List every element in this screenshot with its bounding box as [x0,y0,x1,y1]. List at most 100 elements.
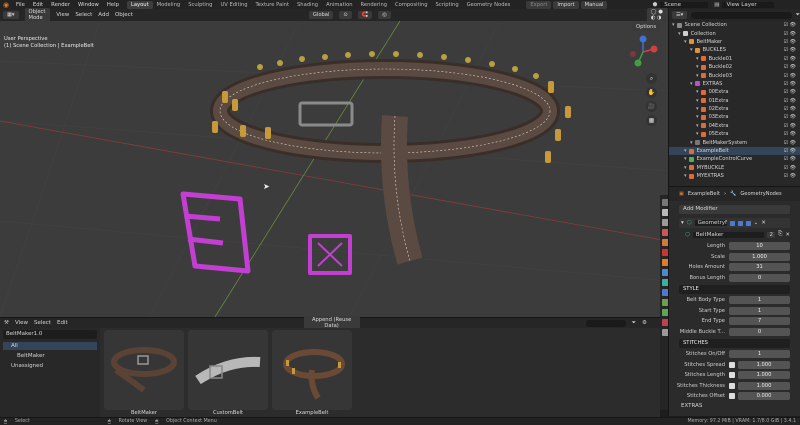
expand-chevron-icon[interactable]: ▾ [696,73,699,79]
expand-chevron-icon[interactable]: ▾ [696,56,699,62]
expand-chevron-icon[interactable]: ▾ [672,22,675,28]
end-type-field[interactable]: 7 [729,317,790,326]
visibility-eye-icon[interactable]: ☑ 👁 [784,39,796,45]
visibility-eye-icon[interactable]: ☑ 👁 [784,81,796,87]
navigation-gizmo[interactable] [626,35,660,69]
visibility-eye-icon[interactable]: ☑ 👁 [784,64,796,70]
stitches-thickness-field[interactable]: 1.000 [738,381,790,390]
object-mode-dropdown[interactable]: Object Mode [24,8,51,22]
filter-icon[interactable]: ⏷ [796,12,800,19]
expand-chevron-icon[interactable]: ▾ [696,106,699,112]
tab-layout[interactable]: Layout [126,0,153,9]
render-toggle-icon[interactable] [745,220,751,226]
fake-user-icon[interactable]: ⎘ [778,231,782,238]
belt-body-type-field[interactable]: 1 [729,296,790,305]
outliner-row[interactable]: ▾ 04Extra ☑ 👁 [669,122,800,130]
visibility-eye-icon[interactable]: ☑ 👁 [784,173,796,179]
outliner-row[interactable]: ▾ Buckle01 ☑ 👁 [669,55,800,63]
stitches-length-attribute-icon[interactable] [729,372,735,379]
outliner-search-input[interactable] [691,11,792,19]
expand-chevron-icon[interactable]: ▾ [696,131,699,137]
viewport-shading-buttons[interactable]: ◯ ● ◐ ◑ [646,8,668,22]
menu-file[interactable]: File [12,2,29,8]
viewport-menu-add[interactable]: Add [98,12,109,18]
stitches-offset-field[interactable]: 0.000 [738,392,790,401]
visibility-eye-icon[interactable]: ☑ 👁 [784,106,796,112]
visibility-eye-icon[interactable]: ☑ 👁 [784,131,796,137]
expand-chevron-icon[interactable]: ▾ [678,31,681,37]
menu-edit[interactable]: Edit [29,2,47,8]
tab-sculpting[interactable]: Sculpting [184,1,216,9]
proportional-edit-icon[interactable]: ◎ [378,11,391,19]
tab-scripting[interactable]: Scripting [432,1,463,9]
expand-chevron-icon[interactable]: ▾ [696,114,699,120]
stitches-onoff-field[interactable]: 1 [729,350,790,359]
stitches-length-field[interactable]: 1.000 [738,371,790,380]
menu-render[interactable]: Render [47,2,74,8]
outliner-row[interactable]: ▾ MYBUCKLE ☑ 👁 [669,164,800,172]
modifier-name-field[interactable]: GeometryNo... [694,220,727,226]
modifier-menu-icon[interactable]: ⌄ [754,220,759,226]
editor-type-button[interactable]: ▦▾ [3,11,19,19]
visibility-eye-icon[interactable]: ☑ 👁 [784,31,796,37]
scene-selector[interactable]: Scene [660,1,709,8]
visibility-eye-icon[interactable]: ☑ 👁 [784,148,796,154]
asset-card-examplebelt[interactable] [272,330,352,410]
zoom-icon[interactable]: ⌕ [646,73,657,84]
modifier-close-icon[interactable]: ✕ [761,220,766,226]
outliner-row[interactable]: ▾ 03Extra ☑ 👁 [669,113,800,121]
expand-chevron-icon[interactable]: ▾ [696,89,699,95]
visibility-eye-icon[interactable]: ☑ 👁 [784,140,796,146]
visibility-eye-icon[interactable]: ☑ 👁 [784,47,796,53]
edit-mode-toggle-icon[interactable] [729,220,735,226]
tab-compositing[interactable]: Compositing [391,1,432,9]
unlink-icon[interactable]: ✕ [785,232,790,238]
outliner-editor-icon[interactable]: ☰▾ [672,11,688,19]
expand-chevron-icon[interactable]: ▾ [690,140,693,146]
asset-menu-select[interactable]: Select [34,320,51,326]
holes-amount-field[interactable]: 31 [729,263,790,272]
outliner-row[interactable]: ▾ EXTRAS ☑ 👁 [669,80,800,88]
menu-window[interactable]: Window [74,2,103,8]
manual-button[interactable]: Manual [580,0,608,9]
outliner-row[interactable]: ▾ ExampleControlCurve ☑ 👁 [669,155,800,163]
stitches-spread-attribute-icon[interactable] [729,361,735,368]
expand-chevron-icon[interactable]: ▾ [684,39,687,45]
asset-menu-view[interactable]: View [15,320,28,326]
viewport-menu-select[interactable]: Select [75,12,92,18]
visibility-eye-icon[interactable]: ☑ 👁 [784,156,796,162]
expand-chevron-icon[interactable]: ▾ [696,64,699,70]
visibility-eye-icon[interactable]: ☑ 👁 [784,114,796,120]
viewport-menu-view[interactable]: View [56,12,69,18]
outliner-row[interactable]: ▾ ExampleBelt ☑ 👁 [669,146,800,156]
middle-buckle-type-field[interactable]: 0 [729,327,790,336]
3d-viewport[interactable]: ➤ User Perspective (1) Scene Collection … [0,21,668,317]
transform-orientation-dropdown[interactable]: Global [308,11,334,19]
add-modifier-dropdown[interactable]: Add Modifier [679,205,790,214]
outliner-row[interactable]: ▾ MYEXTRAS ☑ 👁 [669,172,800,180]
expand-chevron-icon[interactable]: ▾ [684,173,687,179]
viewport-toggle-icon[interactable] [737,220,743,226]
buckle-extra-piece[interactable] [180,191,352,275]
visibility-eye-icon[interactable]: ☑ 👁 [784,165,796,171]
expand-chevron-icon[interactable]: ▾ [696,98,699,104]
outliner-row[interactable]: ▾ 05Extra ☑ 👁 [669,130,800,138]
visibility-eye-icon[interactable]: ☑ 👁 [784,56,796,62]
outliner-row[interactable]: ▾ Scene Collection ☑ 👁 [669,21,800,29]
visibility-eye-icon[interactable]: ☑ 👁 [784,73,796,79]
node-group-selector[interactable]: BeltMaker [692,231,765,238]
stitches-offset-attribute-icon[interactable] [729,393,735,400]
asset-library-selector[interactable]: BeltMaker1.0 [3,330,97,339]
outliner-row[interactable]: ▾ BUCKLES ☑ 👁 [669,46,800,54]
asset-browser-editor-icon[interactable]: ⚒ [4,320,9,326]
export-button[interactable]: Export [526,0,552,9]
menu-help[interactable]: Help [103,2,123,8]
asset-card-custombelt[interactable] [188,330,268,410]
stitches-thickness-attribute-icon[interactable] [729,382,735,389]
snap-icon[interactable]: 🧲 [357,11,373,19]
belt-model[interactable] [210,51,571,265]
asset-menu-edit[interactable]: Edit [57,320,68,326]
visibility-eye-icon[interactable]: ☑ 👁 [784,89,796,95]
outliner-row[interactable]: ▾ BeltMakerSystem ☑ 👁 [669,138,800,146]
visibility-eye-icon[interactable]: ☑ 👁 [784,98,796,104]
